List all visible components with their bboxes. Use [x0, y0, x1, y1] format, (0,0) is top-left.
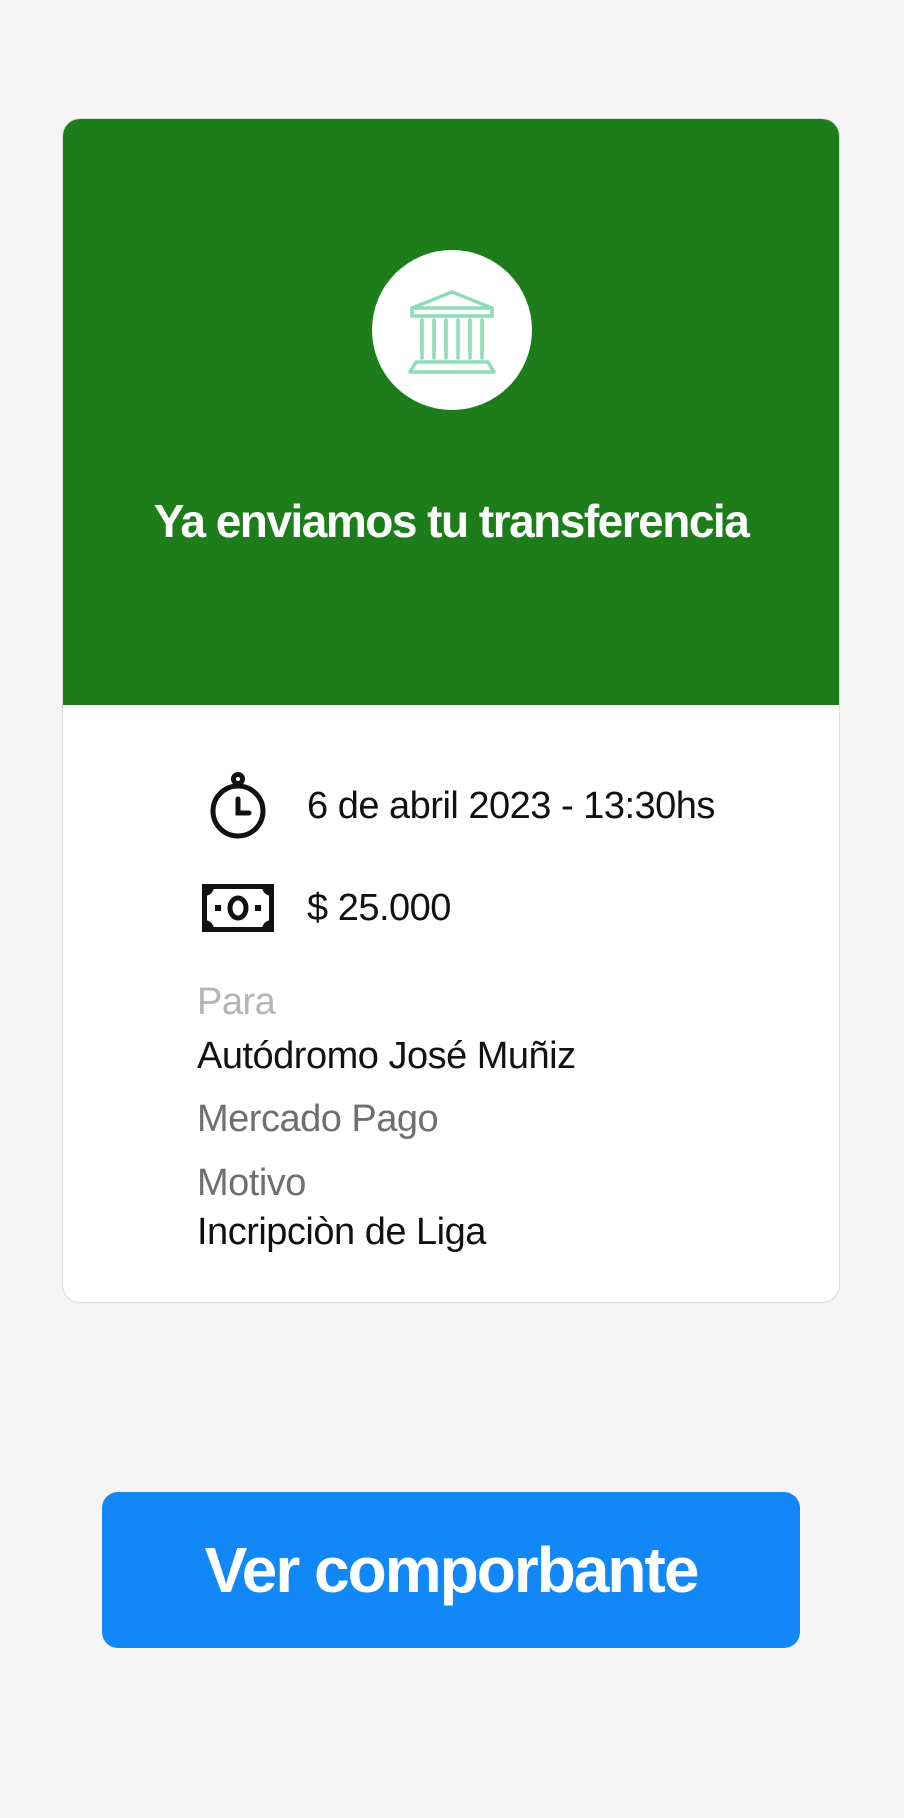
- bank-icon-badge: [372, 250, 532, 410]
- recipient-provider: Mercado Pago: [197, 1098, 439, 1140]
- amount-row: $ 25.000: [63, 868, 839, 948]
- view-receipt-button[interactable]: Ver comporbante: [102, 1492, 800, 1648]
- bank-icon: [408, 290, 496, 374]
- money-bill-icon: [198, 868, 278, 948]
- reason-label: Motivo: [197, 1162, 306, 1204]
- reason-value: Incripciòn de Liga: [197, 1211, 486, 1253]
- stopwatch-icon: [198, 766, 278, 846]
- recipient-label: Para: [197, 981, 276, 1023]
- date-time-row: 6 de abril 2023 - 13:30hs: [63, 766, 839, 846]
- transfer-datetime: 6 de abril 2023 - 13:30hs: [307, 785, 715, 827]
- card-header: Ya enviamos tu transferencia: [63, 119, 839, 705]
- transfer-receipt-card: Ya enviamos tu transferencia 6 de abril …: [62, 118, 840, 1303]
- confirmation-title: Ya enviamos tu transferencia: [153, 495, 750, 547]
- transfer-amount: $ 25.000: [307, 887, 451, 929]
- recipient-name: Autódromo José Muñiz: [197, 1035, 576, 1077]
